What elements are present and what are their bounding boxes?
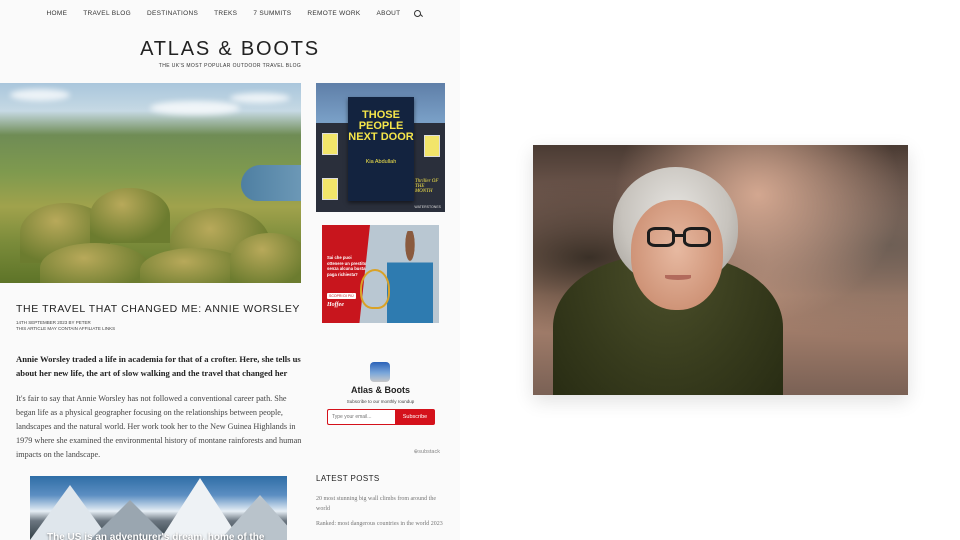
subscribe-form: Subscribe xyxy=(327,409,435,425)
site-tagline: THE UK'S MOST POPULAR OUTDOOR TRAVEL BLO… xyxy=(158,63,302,69)
article-intro: Annie Worsley traded a life in academia … xyxy=(16,354,301,378)
loan-ad-button[interactable]: SCOPRI DI PIÙ xyxy=(327,293,356,299)
email-input[interactable] xyxy=(327,409,395,425)
book-ad[interactable]: THOSE PEOPLE NEXT DOOR Kia Abdullah Thri… xyxy=(316,83,445,212)
top-nav: HOME TRAVEL BLOG DESTINATIONS TREKS 7 SU… xyxy=(0,0,460,26)
nav-home[interactable]: HOME xyxy=(39,10,76,17)
article-body: It's fair to say that Annie Worsley has … xyxy=(16,394,302,459)
nav-7-summits[interactable]: 7 SUMMITS xyxy=(245,10,299,17)
loan-ad-brand: Hoffee xyxy=(327,302,344,308)
inline-caption: The US is an adventurer's dream, home of… xyxy=(47,532,265,540)
publication-icon xyxy=(370,362,390,382)
blog-page: HOME TRAVEL BLOG DESTINATIONS TREKS 7 SU… xyxy=(0,0,460,540)
nav-about[interactable]: ABOUT xyxy=(369,10,409,17)
search-icon[interactable] xyxy=(414,9,422,17)
latest-posts-heading: LATEST POSTS xyxy=(316,474,380,483)
nav-travel-blog[interactable]: TRAVEL BLOG xyxy=(75,10,139,17)
book-author: Kia Abdullah xyxy=(365,159,397,165)
glasses xyxy=(647,227,719,249)
article-title: THE TRAVEL THAT CHANGED ME: ANNIE WORSLE… xyxy=(16,303,301,315)
substack-badge[interactable]: ⊕substack xyxy=(414,449,440,455)
mouth xyxy=(665,275,691,280)
hero-image xyxy=(0,83,301,283)
latest-post-link[interactable]: 20 most stunning big wall climbs from ar… xyxy=(316,494,446,514)
book-title: THOSE PEOPLE NEXT DOOR xyxy=(348,109,414,143)
latest-post-link[interactable]: Ranked: most dangerous countries in the … xyxy=(316,519,446,529)
ad-person-image xyxy=(387,231,433,323)
book-badge: Thriller OF THE MONTH xyxy=(415,179,439,194)
loan-ad-text: Sai che puoi ottenere un prestito senza … xyxy=(327,255,367,277)
publication-subtitle: Subscribe to our monthly roundup xyxy=(346,399,415,404)
subscribe-button[interactable]: Subscribe xyxy=(395,409,435,425)
site-logo[interactable]: ATLAS & BOOTS xyxy=(0,38,460,61)
nav-treks[interactable]: TREKS xyxy=(206,10,245,17)
nav-destinations[interactable]: DESTINATIONS xyxy=(139,10,206,17)
loan-ad[interactable]: Sai che puoi ottenere un prestito senza … xyxy=(322,225,439,323)
portrait-photo xyxy=(533,145,908,395)
substack-widget: Atlas & Boots Subscribe to our monthly r… xyxy=(316,362,445,460)
affiliate-notice: THIS ARTICLE MAY CONTAIN AFFILIATE LINKS xyxy=(16,326,116,331)
face xyxy=(631,200,723,310)
inline-promo-image[interactable]: The US is an adventurer's dream, home of… xyxy=(30,476,287,540)
nav-remote-work[interactable]: REMOTE WORK xyxy=(299,10,368,17)
publication-name: Atlas & Boots xyxy=(350,385,410,395)
article-meta: 14TH SEPTEMBER 2023 BY PETER THIS ARTICL… xyxy=(16,320,115,332)
book-publisher: WATERSTONES xyxy=(414,205,441,209)
